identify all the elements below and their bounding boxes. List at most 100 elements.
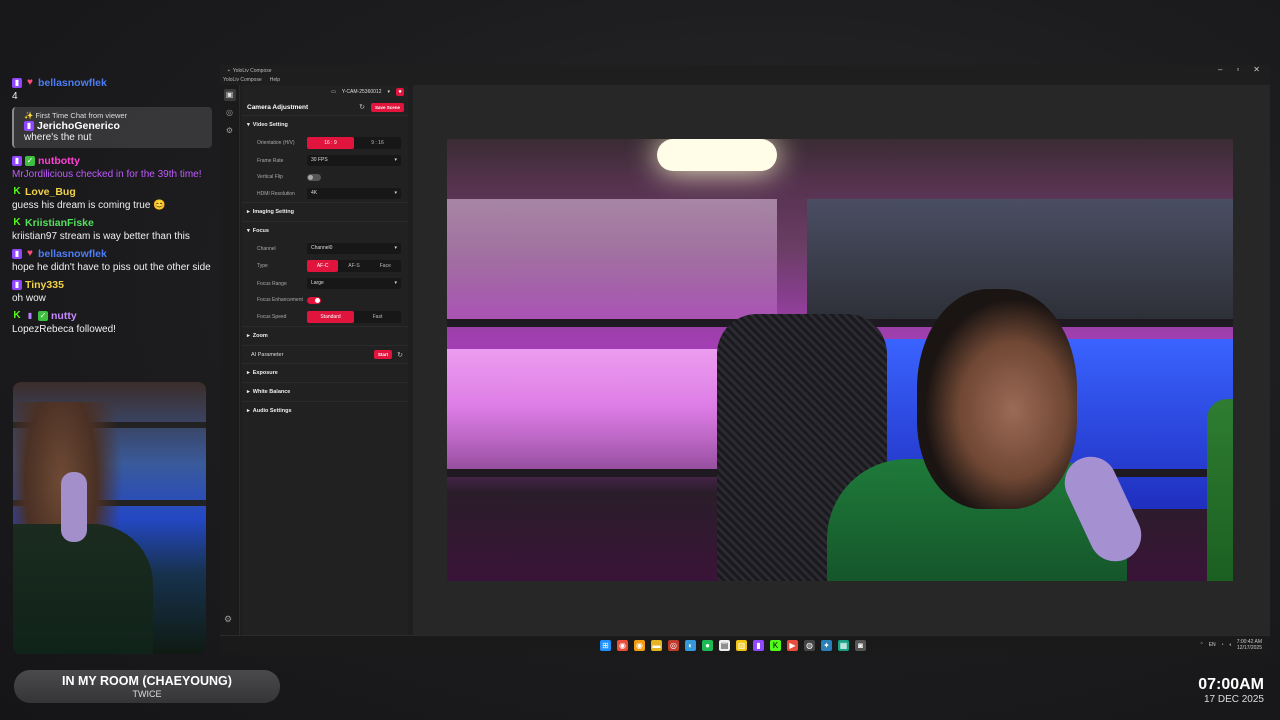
windows-start-icon[interactable]: ⊞	[600, 640, 611, 651]
kick-icon: K	[13, 310, 21, 321]
focus-range-value: Large	[311, 280, 324, 286]
focus-enhancement-toggle[interactable]	[307, 296, 321, 304]
twitch-icon[interactable]: ▮	[753, 640, 764, 651]
record-icon[interactable]: ●	[396, 88, 404, 96]
section-focus[interactable]: ▾ Focus	[242, 221, 408, 240]
chat-message: ▮ Tiny335 oh wow	[12, 278, 212, 306]
chat-text: LopezRebeca followed!	[12, 324, 116, 335]
now-playing-banner: IN MY ROOM (CHAEYOUNG) TWICE	[14, 670, 280, 703]
frame-rate-select[interactable]: 30 FPS ▾	[307, 155, 401, 166]
focus-speed-fast[interactable]: Fast	[354, 311, 401, 323]
section-label: Zoom	[252, 333, 268, 339]
chevron-up-icon[interactable]: ⌃	[1199, 642, 1203, 648]
focus-type-afs[interactable]: AF-S	[338, 260, 369, 272]
maximize-button[interactable]: ▫	[1236, 65, 1239, 74]
save-scene-button[interactable]: Save Scene	[370, 102, 404, 112]
channel-select[interactable]: Channel0 ▾	[307, 243, 401, 254]
app-icon[interactable]: ▦	[838, 640, 849, 651]
focus-speed-standard[interactable]: Standard	[307, 311, 354, 323]
notes-icon[interactable]: ▥	[736, 640, 747, 651]
focus-speed-label: Focus Speed	[257, 314, 287, 320]
focus-enhancement-label: Focus Enhancement	[257, 297, 303, 303]
overlay-clock: 07:00AM 17 DEC 2025	[1198, 676, 1264, 705]
chevron-right-icon: ▸	[247, 370, 250, 376]
language-indicator[interactable]: EN	[1209, 642, 1216, 648]
chat-overlay: ▮ ♥ bellasnowflek 4 ✨ First Time Chat fr…	[12, 76, 212, 340]
chat-text: 4	[12, 91, 18, 102]
speaker-icon[interactable]: ◖	[1229, 642, 1232, 648]
menu-help[interactable]: Help	[270, 77, 280, 83]
device-selector[interactable]: ▭ Y-CAM-25360012 ▾ ●	[242, 85, 408, 99]
focus-type-face[interactable]: Face	[370, 260, 401, 272]
kick-icon[interactable]: K	[770, 640, 781, 651]
section-audio-settings[interactable]: ▸ Audio Settings	[242, 401, 408, 420]
focus-type-toggle: AF-C AF-S Face	[307, 260, 401, 272]
chevron-down-icon: ▾	[394, 245, 397, 251]
camera-preview[interactable]	[447, 139, 1233, 581]
browser-icon[interactable]: ◉	[634, 640, 645, 651]
gear-icon[interactable]: ⚙	[224, 125, 236, 137]
folder-icon[interactable]: ▬	[651, 640, 662, 651]
section-label: Video Setting	[252, 122, 288, 128]
youtube-icon[interactable]: ▶	[787, 640, 798, 651]
tray-clock[interactable]: 7:00:42 AM 12/17/2025	[1237, 639, 1262, 651]
focus-type-afc[interactable]: AF-C	[307, 260, 339, 272]
first-time-chat-card: ✨ First Time Chat from viewer ▮ JerichoG…	[12, 107, 212, 148]
section-label: White Balance	[252, 389, 291, 395]
close-button[interactable]: ✕	[1253, 65, 1260, 74]
app-icon[interactable]: ✦	[821, 640, 832, 651]
refresh-icon[interactable]: ↻	[359, 103, 365, 111]
chat-message: K Love_Bug guess his dream is coming tru…	[12, 185, 212, 213]
chat-username: bellasnowflek	[38, 77, 107, 89]
jersey	[13, 524, 153, 654]
focus-speed-row: Focus Speed Standard Fast	[242, 308, 408, 326]
section-exposure[interactable]: ▸ Exposure	[242, 363, 408, 382]
focus-range-select[interactable]: Large ▾	[307, 278, 401, 289]
section-video-setting[interactable]: ▾ Video Setting	[242, 115, 408, 134]
chat-username: bellasnowflek	[38, 248, 107, 260]
chat-text: guess his dream is coming true 😊	[12, 200, 166, 211]
section-imaging-setting[interactable]: ▸ Imaging Setting	[242, 202, 408, 221]
obs-icon[interactable]: ◍	[804, 640, 815, 651]
minimize-button[interactable]: –	[1218, 65, 1222, 74]
section-white-balance[interactable]: ▸ White Balance	[242, 382, 408, 401]
side-rail: ▣ ◎ ⚙ ⚙	[220, 85, 240, 635]
hdmi-select[interactable]: 4K ▾	[307, 188, 401, 199]
palette-icon[interactable]: ◎	[224, 107, 236, 119]
chevron-down-icon: ▾	[394, 280, 397, 286]
chat-message: ▮ ♥ bellasnowflek 4	[12, 76, 212, 104]
chevron-right-icon: ▸	[247, 389, 250, 395]
camera-icon[interactable]: ▣	[223, 89, 236, 101]
menu-app[interactable]: YoloLiv Compose	[223, 77, 262, 83]
ai-start-button[interactable]: Start	[373, 350, 393, 359]
storage-bins	[447, 199, 777, 319]
verified-icon: ✓	[38, 311, 48, 321]
chat-message: ▮ ♥ bellasnowflek hope he didn't have to…	[12, 247, 212, 275]
app-icon[interactable]: ◎	[668, 640, 679, 651]
taskbar-icons: ⊞ ◉ ◉ ▬ ◎ ◐ ● ▤ ▥ ▮ K ▶ ◍ ✦ ▦ ◙	[600, 640, 866, 651]
section-zoom[interactable]: ▸ Zoom	[242, 326, 408, 345]
camera-adjustment-panel: ▭ Y-CAM-25360012 ▾ ● Camera Adjustment ↻…	[242, 85, 408, 635]
app-icon[interactable]: ◙	[855, 640, 866, 651]
edge-icon[interactable]: ◐	[685, 640, 696, 651]
tray-date: 12/17/2025	[1236, 645, 1262, 651]
orientation-9-16[interactable]: 9 : 16	[354, 137, 401, 149]
hdmi-label: HDMI Resolution	[257, 190, 295, 197]
focus-enhancement-row: Focus Enhancement	[242, 292, 408, 308]
orientation-16-9[interactable]: 16 : 9	[307, 137, 354, 149]
channel-row: Channel Channel0 ▾	[242, 240, 408, 257]
vertical-flip-row: Vertical Flip	[242, 169, 408, 185]
system-tray: ⌃ EN ◔ ◖ 7:00:42 AM 12/17/2025	[1199, 639, 1262, 651]
chrome-icon[interactable]: ◉	[617, 640, 628, 651]
notepad-icon[interactable]: ▤	[719, 640, 730, 651]
refresh-icon[interactable]: ↻	[397, 351, 403, 359]
settings-icon[interactable]: ⚙	[224, 614, 232, 625]
kick-icon: K	[13, 217, 21, 228]
section-label: Audio Settings	[252, 408, 292, 414]
network-icon[interactable]: ◔	[1221, 642, 1224, 648]
channel-value: Channel0	[311, 245, 333, 251]
preview-area	[413, 85, 1270, 635]
app-window: ▪ YoloLiv Compose – ▫ ✕ YoloLiv Compose …	[220, 65, 1270, 635]
vertical-flip-toggle[interactable]	[307, 173, 321, 181]
spotify-icon[interactable]: ●	[702, 640, 713, 651]
